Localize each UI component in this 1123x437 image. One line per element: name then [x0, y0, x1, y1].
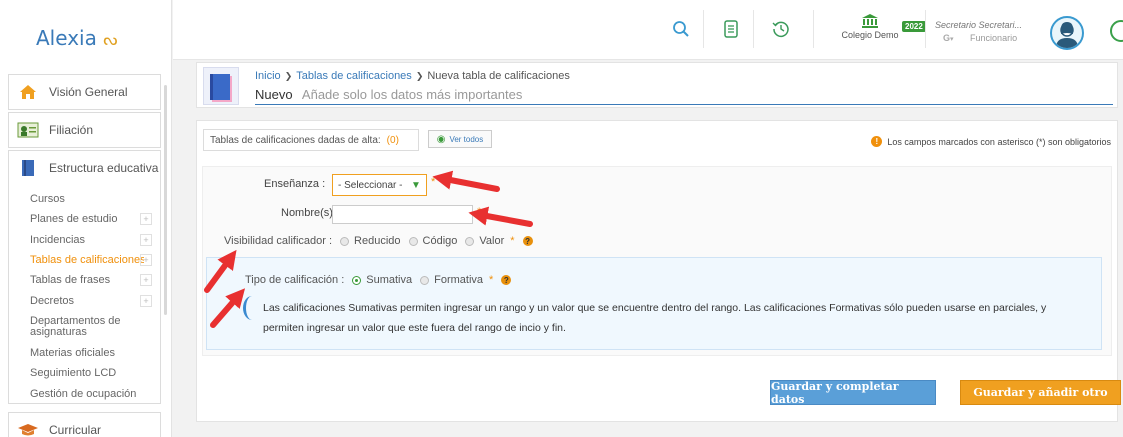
red-arrow-ensenanza: [432, 170, 500, 192]
annotation-arrows: [204, 170, 533, 328]
red-arrow-nombre: [468, 206, 533, 227]
red-arrow-tipo: [210, 288, 246, 328]
red-arrow-visibilidad: [204, 249, 237, 293]
